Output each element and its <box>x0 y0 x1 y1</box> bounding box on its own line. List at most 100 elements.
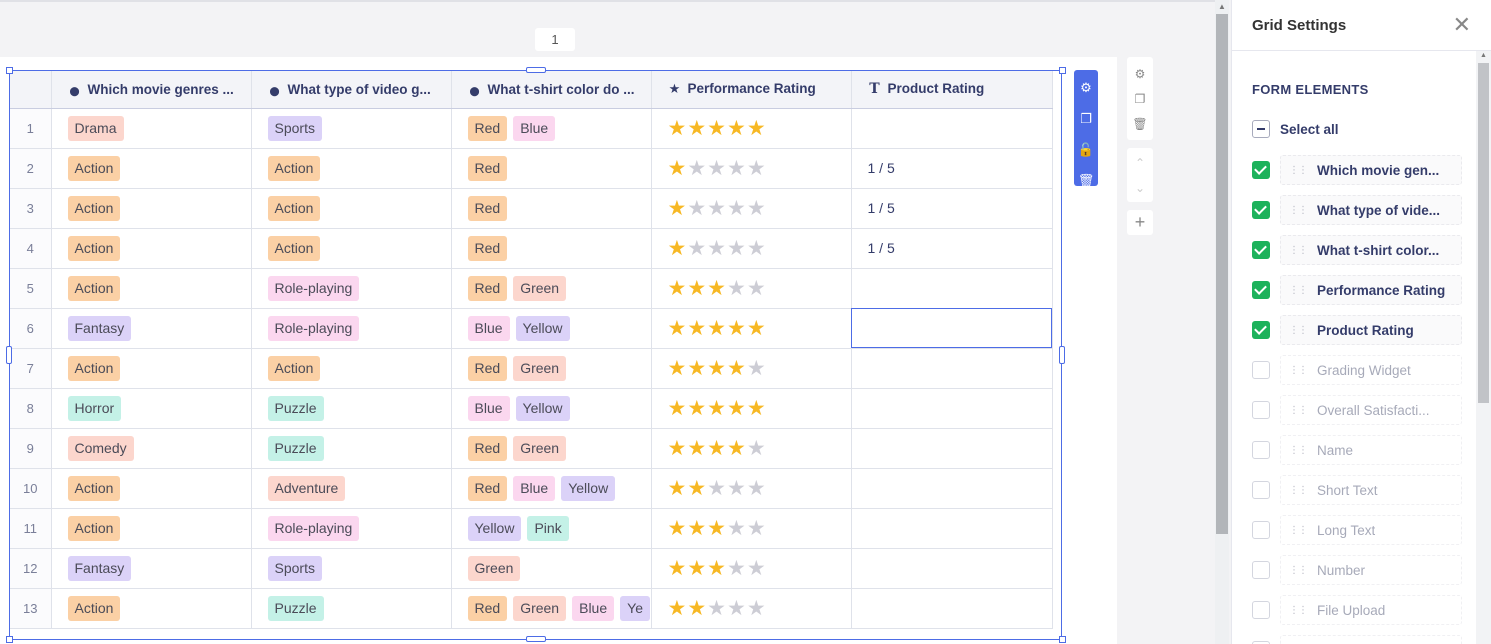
panel-scrollbar[interactable]: ▲ <box>1476 51 1491 644</box>
star-icon[interactable]: ★ <box>668 437 688 460</box>
star-icon[interactable]: ★ <box>707 397 727 420</box>
star-icon[interactable]: ★ <box>727 557 747 580</box>
drag-handle-icon[interactable]: ⋮⋮ <box>1289 565 1308 576</box>
element-drag-box[interactable]: ⋮⋮ File Upload <box>1280 595 1462 625</box>
performance-rating-cell[interactable]: ★★★★★ <box>651 588 852 629</box>
star-icon[interactable]: ★ <box>687 117 707 140</box>
color-cell[interactable]: Blue Yellow <box>451 388 652 429</box>
product-rating-cell[interactable]: 1 / 5 <box>851 188 1053 229</box>
game-cell[interactable]: Action <box>251 148 452 189</box>
genre-cell[interactable]: Action <box>51 268 252 309</box>
genre-cell[interactable]: Action <box>51 228 252 269</box>
element-drag-box[interactable]: ⋮⋮ What t-shirt color... <box>1280 235 1462 265</box>
element-drag-box[interactable]: ⋮⋮Time <box>1280 635 1462 644</box>
drag-handle-icon[interactable]: ⋮⋮ <box>1289 165 1308 176</box>
duplicate-icon[interactable]: ❐ <box>1074 105 1098 132</box>
star-icon[interactable]: ★ <box>727 317 747 340</box>
canvas-scrollbar[interactable]: ▲ <box>1215 0 1229 644</box>
star-icon[interactable]: ★ <box>707 237 727 260</box>
element-drag-box[interactable]: ⋮⋮ Number <box>1280 555 1462 585</box>
color-cell[interactable]: Red <box>451 148 652 189</box>
star-icon[interactable]: ★ <box>687 237 707 260</box>
star-icon[interactable]: ★ <box>707 597 727 620</box>
star-icon[interactable]: ★ <box>747 517 767 540</box>
star-icon[interactable]: ★ <box>747 117 767 140</box>
star-icon[interactable]: ★ <box>687 517 707 540</box>
element-drag-box[interactable]: ⋮⋮ Overall Satisfacti... <box>1280 395 1462 425</box>
color-cell[interactable]: Green <box>451 548 652 589</box>
star-icon[interactable]: ★ <box>747 317 767 340</box>
element-checkbox[interactable] <box>1252 441 1270 459</box>
resize-handle-br[interactable] <box>1059 636 1066 643</box>
star-icon[interactable]: ★ <box>727 197 747 220</box>
element-drag-box[interactable]: ⋮⋮ Performance Rating <box>1280 275 1462 305</box>
genre-cell[interactable]: Action <box>51 148 252 189</box>
close-icon[interactable]: ✕ <box>1453 14 1471 36</box>
star-icon[interactable]: ★ <box>687 437 707 460</box>
product-rating-cell[interactable] <box>851 388 1053 429</box>
form-element-item[interactable]: ⋮⋮ Performance Rating <box>1252 270 1462 310</box>
star-icon[interactable]: ★ <box>707 557 727 580</box>
genre-cell[interactable]: Action <box>51 508 252 549</box>
game-cell[interactable]: Action <box>251 228 452 269</box>
performance-rating-cell[interactable]: ★★★★★ <box>651 348 852 389</box>
drag-handle-icon[interactable]: ⋮⋮ <box>1289 485 1308 496</box>
element-checkbox[interactable] <box>1252 321 1270 339</box>
performance-rating-cell[interactable]: ★★★★★ <box>651 548 852 589</box>
unlock-icon[interactable]: 🔓 <box>1074 136 1098 163</box>
element-checkbox[interactable] <box>1252 201 1270 219</box>
resize-handle-bl[interactable] <box>6 636 13 643</box>
form-element-item[interactable]: ⋮⋮Time <box>1252 630 1462 644</box>
element-checkbox[interactable] <box>1252 281 1270 299</box>
element-drag-box[interactable]: ⋮⋮ Which movie gen... <box>1280 155 1462 185</box>
genre-cell[interactable]: Action <box>51 468 252 509</box>
form-element-item[interactable]: ⋮⋮ Short Text <box>1252 470 1462 510</box>
color-cell[interactable]: Red Green Blue Ye <box>451 588 652 629</box>
game-cell[interactable]: Sports <box>251 108 452 149</box>
drag-handle-icon[interactable]: ⋮⋮ <box>1289 445 1308 456</box>
delete-trash-icon[interactable]: 🗑 <box>1074 167 1098 194</box>
form-element-item[interactable]: ⋮⋮ Which movie gen... <box>1252 150 1462 190</box>
color-cell[interactable]: Red Green <box>451 348 652 389</box>
form-element-item[interactable]: ⋮⋮ Long Text <box>1252 510 1462 550</box>
element-drag-box[interactable]: ⋮⋮ What type of vide... <box>1280 195 1462 225</box>
form-element-item[interactable]: ⋮⋮ Number <box>1252 550 1462 590</box>
star-icon[interactable]: ★ <box>707 197 727 220</box>
game-cell[interactable]: Role-playing <box>251 308 452 349</box>
resize-handle-bottom[interactable] <box>526 636 546 642</box>
star-icon[interactable]: ★ <box>747 277 767 300</box>
star-icon[interactable]: ★ <box>668 317 688 340</box>
performance-rating-cell[interactable]: ★★★★★ <box>651 228 852 269</box>
game-cell[interactable]: Adventure <box>251 468 452 509</box>
game-cell[interactable]: Puzzle <box>251 388 452 429</box>
element-drag-box[interactable]: ⋮⋮ Short Text <box>1280 475 1462 505</box>
star-icon[interactable]: ★ <box>687 277 707 300</box>
element-checkbox[interactable] <box>1252 481 1270 499</box>
product-rating-cell[interactable] <box>851 508 1053 549</box>
form-element-item[interactable]: ⋮⋮ Name <box>1252 430 1462 470</box>
performance-rating-cell[interactable]: ★★★★★ <box>651 428 852 469</box>
genre-cell[interactable]: Drama <box>51 108 252 149</box>
genre-cell[interactable]: Comedy <box>51 428 252 469</box>
star-icon[interactable]: ★ <box>668 117 688 140</box>
resize-handle-top[interactable] <box>526 67 546 73</box>
star-icon[interactable]: ★ <box>747 477 767 500</box>
scroll-up-arrow-icon[interactable]: ▲ <box>1218 2 1226 11</box>
performance-rating-cell[interactable]: ★★★★★ <box>651 388 852 429</box>
drag-handle-icon[interactable]: ⋮⋮ <box>1289 365 1308 376</box>
product-rating-cell[interactable]: 1 / 5 <box>851 228 1053 269</box>
drag-handle-icon[interactable]: ⋮⋮ <box>1289 525 1308 536</box>
form-element-item[interactable]: ⋮⋮ What t-shirt color... <box>1252 230 1462 270</box>
drag-handle-icon[interactable]: ⋮⋮ <box>1289 325 1308 336</box>
star-icon[interactable]: ★ <box>668 517 688 540</box>
performance-rating-cell[interactable]: ★★★★★ <box>651 508 852 549</box>
resize-handle-left[interactable] <box>6 346 12 364</box>
copy-page-icon[interactable]: ❐ <box>1127 86 1153 111</box>
drag-handle-icon[interactable]: ⋮⋮ <box>1289 285 1308 296</box>
color-cell[interactable]: Red <box>451 228 652 269</box>
star-icon[interactable]: ★ <box>727 277 747 300</box>
star-icon[interactable]: ★ <box>747 557 767 580</box>
star-icon[interactable]: ★ <box>707 117 727 140</box>
element-checkbox[interactable] <box>1252 361 1270 379</box>
star-icon[interactable]: ★ <box>727 597 747 620</box>
